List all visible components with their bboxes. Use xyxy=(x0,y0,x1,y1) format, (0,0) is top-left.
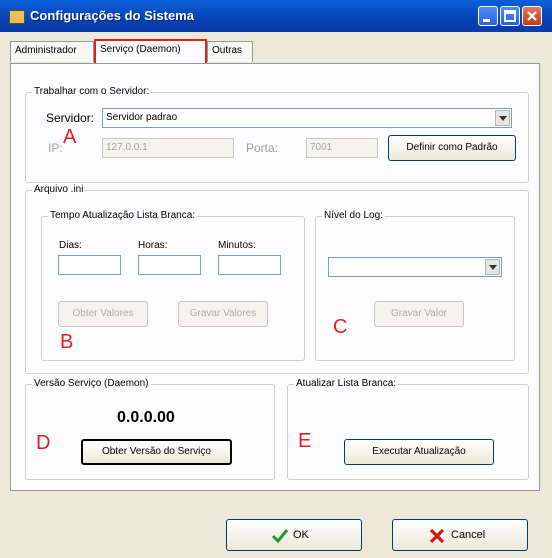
server-label: Servidor: xyxy=(46,111,95,125)
tab-administrador[interactable]: Administrador xyxy=(10,41,94,62)
service-version-legend: Versão Serviço (Daemon) xyxy=(32,378,151,389)
service-version-group: Versão Serviço (Daemon) 0.0.0.00 D Obter… xyxy=(25,378,275,480)
annotation-a: A xyxy=(63,126,77,148)
annotation-e: E xyxy=(298,430,312,452)
minutes-label: Minutos: xyxy=(218,240,256,251)
whitelist-time-legend: Tempo Atualização Lista Branca: xyxy=(48,210,198,221)
server-group-legend: Trabalhar com o Servidor: xyxy=(32,86,152,97)
minimize-button[interactable] xyxy=(478,6,498,26)
port-label: Porta: xyxy=(246,141,279,155)
save-value-button[interactable]: Gravar Valor xyxy=(374,301,464,327)
app-icon xyxy=(9,10,25,24)
ini-group-legend: Arquivo .ini xyxy=(32,184,86,195)
minutes-field[interactable] xyxy=(218,255,281,275)
annotation-c: C xyxy=(333,316,348,338)
hours-label: Horas: xyxy=(138,240,168,251)
service-version-value: 0.0.0.00 xyxy=(117,409,175,426)
close-icon xyxy=(527,11,537,21)
annotation-b: B xyxy=(60,331,74,353)
chevron-down-icon[interactable] xyxy=(495,110,510,126)
hours-field[interactable] xyxy=(138,255,201,275)
ini-group: Arquivo .ini Tempo Atualização Lista Bra… xyxy=(25,184,529,374)
server-value: Servidor padrao xyxy=(106,112,178,123)
tab-servico-daemon[interactable]: Serviço (Daemon) xyxy=(94,39,207,63)
run-update-button[interactable]: Executar Atualização xyxy=(344,439,494,465)
green-check-icon xyxy=(271,529,289,544)
server-group: Trabalhar com o Servidor: Servidor: Serv… xyxy=(25,86,529,183)
title-bar[interactable]: Configurações do Sistema xyxy=(0,0,552,32)
ok-button[interactable]: OK xyxy=(226,519,362,551)
chevron-down-icon[interactable] xyxy=(485,259,500,275)
log-level-legend: Nível do Log: xyxy=(322,210,385,221)
window-title: Configurações do Sistema xyxy=(30,8,194,23)
server-combobox[interactable]: Servidor padrao xyxy=(102,108,512,128)
cancel-label: Cancel xyxy=(451,529,486,541)
cancel-button[interactable]: Cancel xyxy=(392,519,528,551)
dialog-window: Configurações do Sistema Administrador S… xyxy=(0,0,552,558)
maximize-icon xyxy=(504,10,516,22)
ip-label: IP: xyxy=(48,141,63,155)
minimize-icon xyxy=(483,19,490,22)
get-values-button[interactable]: Obter Valores xyxy=(58,301,148,327)
whitelist-time-group: Tempo Atualização Lista Branca: Dias: Ho… xyxy=(41,210,305,361)
save-values-button[interactable]: Gravar Valores xyxy=(178,301,268,327)
set-default-button[interactable]: Definir como Padrão xyxy=(388,135,516,161)
update-whitelist-group: Atualizar Lista Branca: E Executar Atual… xyxy=(287,378,529,480)
log-level-combobox[interactable] xyxy=(328,257,502,277)
annotation-d: D xyxy=(36,432,51,454)
red-x-icon xyxy=(429,528,445,544)
get-service-version-button[interactable]: Obter Versão do Serviço xyxy=(81,439,232,465)
close-button[interactable] xyxy=(522,6,542,26)
update-whitelist-legend: Atualizar Lista Branca: xyxy=(294,378,399,389)
maximize-button[interactable] xyxy=(500,6,520,26)
log-level-group: Nível do Log: Gravar Valor C xyxy=(315,210,515,361)
port-field[interactable]: 7001 xyxy=(306,138,378,158)
tab-outras[interactable]: Outras xyxy=(207,41,253,62)
days-field[interactable] xyxy=(58,255,121,275)
days-label: Dias: xyxy=(59,240,82,251)
ok-label: OK xyxy=(293,529,309,541)
ip-field[interactable]: 127.0.0.1 xyxy=(102,138,234,158)
tab-panel: Trabalhar com o Servidor: Servidor: Serv… xyxy=(10,63,540,491)
